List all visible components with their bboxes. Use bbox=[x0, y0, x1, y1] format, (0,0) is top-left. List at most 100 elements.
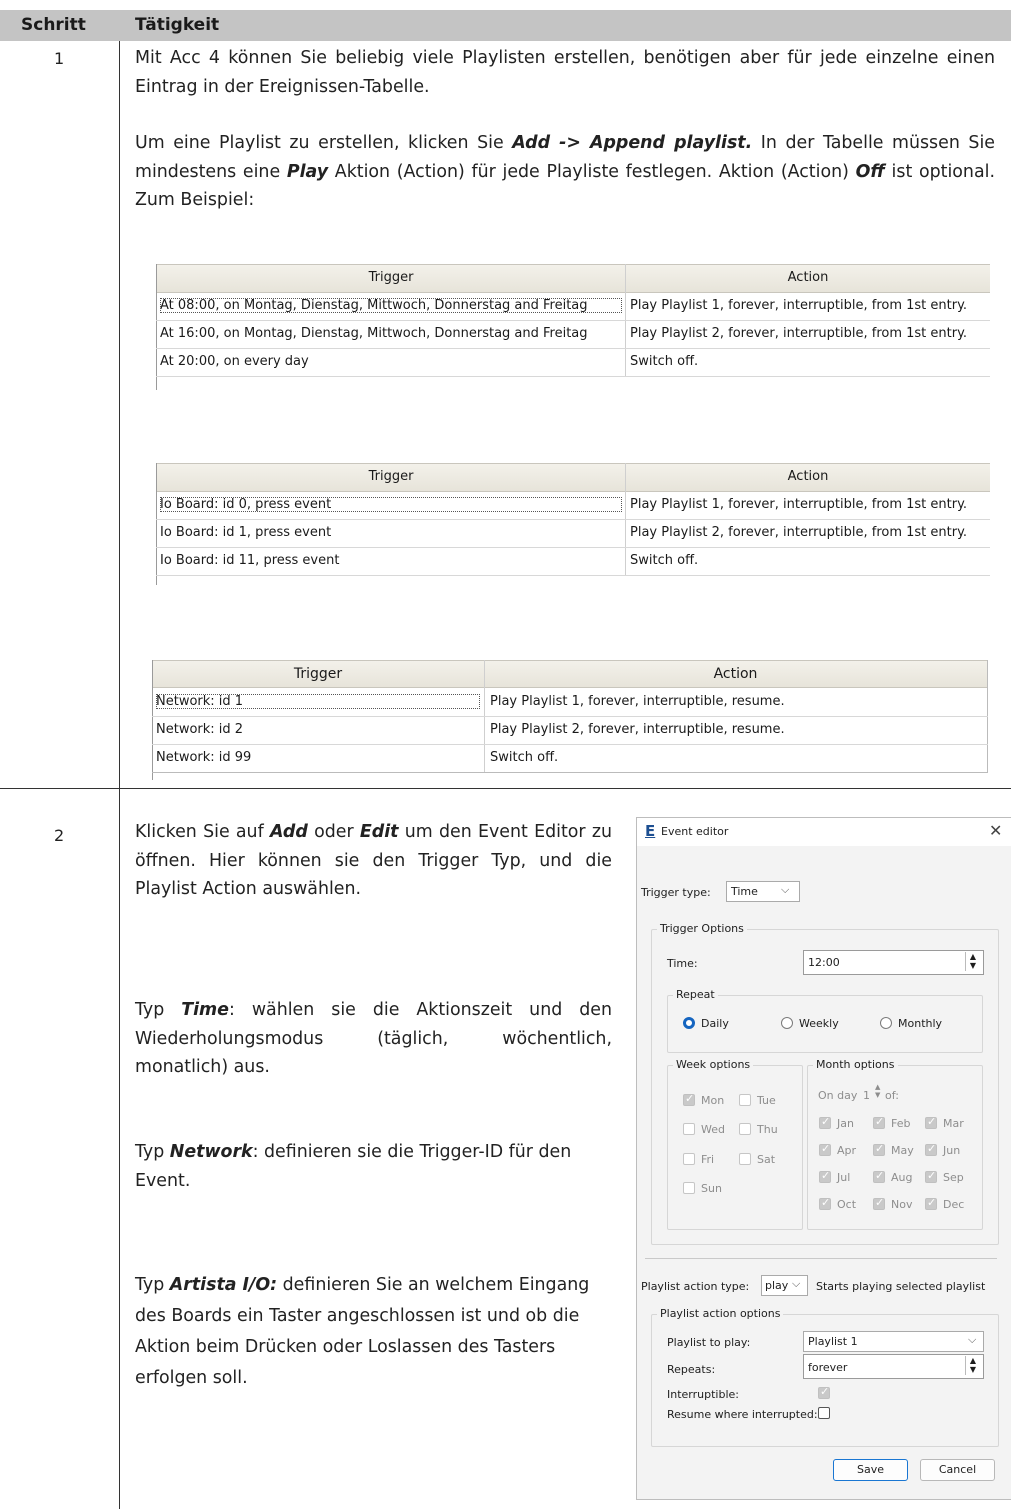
trigger-type-value: Time bbox=[731, 885, 758, 898]
table-row[interactable]: Network: id 99 bbox=[156, 750, 480, 765]
weekly-radio[interactable] bbox=[781, 1017, 793, 1029]
month-checkbox-oct[interactable] bbox=[819, 1196, 831, 1210]
header-activity: Tätigkeit bbox=[135, 15, 220, 35]
table-cell[interactable]: Play Playlist 2, forever, interruptible,… bbox=[630, 326, 990, 341]
step2-paragraph-network: Typ Network: definieren sie die Trigger-… bbox=[135, 1142, 572, 1191]
month-checkbox-feb[interactable] bbox=[873, 1115, 885, 1129]
cancel-button[interactable]: Cancel bbox=[920, 1459, 995, 1481]
chevron-down-icon: ⌵ bbox=[792, 1277, 801, 1290]
week-options-title: Week options bbox=[673, 1058, 754, 1071]
chevron-down-icon: ⌵ bbox=[968, 1333, 977, 1346]
play-term: Play bbox=[286, 161, 329, 182]
table-row[interactable]: Network: id 2 bbox=[156, 722, 480, 737]
month-label-jul: Jul bbox=[837, 1171, 851, 1184]
trigger-options-title: Trigger Options bbox=[657, 922, 747, 935]
playlist-action-description: Starts playing selected playlist bbox=[816, 1280, 986, 1293]
table-row[interactable]: Network: id 1 bbox=[156, 694, 480, 709]
month-label-sep: Sep bbox=[943, 1171, 964, 1184]
time-label: Time: bbox=[667, 957, 698, 970]
month-label-apr: Apr bbox=[837, 1144, 857, 1157]
of-label: of: bbox=[885, 1089, 899, 1102]
day-checkbox-wed[interactable] bbox=[683, 1123, 695, 1135]
table-cell[interactable]: Switch off. bbox=[630, 354, 990, 369]
table-cell[interactable]: Play Playlist 1, forever, interruptible,… bbox=[630, 497, 990, 512]
playlist-to-play-select[interactable]: Playlist 1 ⌵ bbox=[803, 1331, 984, 1352]
month-label-jun: Jun bbox=[943, 1144, 961, 1157]
month-checkbox-may[interactable] bbox=[873, 1142, 885, 1156]
day-label-wed: Wed bbox=[701, 1123, 725, 1136]
column-header-action[interactable]: Action bbox=[626, 270, 990, 285]
playlist-action-type-select[interactable]: play ⌵ bbox=[761, 1275, 808, 1296]
table-row[interactable]: At 16:00, on Montag, Dienstag, Mittwoch,… bbox=[160, 326, 622, 341]
repeats-spinner[interactable]: ▲ ▼ bbox=[965, 1356, 980, 1375]
resume-checkbox[interactable] bbox=[818, 1407, 830, 1419]
table-cell[interactable]: Play Playlist 2, forever, interruptible,… bbox=[490, 722, 985, 737]
step-number-2: 2 bbox=[54, 826, 65, 845]
column-header-trigger[interactable]: Trigger bbox=[152, 666, 484, 682]
month-checkbox-jul[interactable] bbox=[819, 1169, 831, 1183]
month-checkbox-jun[interactable] bbox=[925, 1142, 937, 1156]
table-cell[interactable]: Play Playlist 1, forever, interruptible,… bbox=[490, 694, 985, 709]
step1-paragraph-1: Mit Acc 4 können Sie beliebig viele Play… bbox=[135, 48, 995, 97]
time-input[interactable]: 12:00 ▲ ▼ bbox=[803, 950, 984, 975]
month-checkbox-dec[interactable] bbox=[925, 1196, 937, 1210]
month-options-title: Month options bbox=[813, 1058, 898, 1071]
time-spinner[interactable]: ▲ ▼ bbox=[965, 952, 980, 971]
weekly-label: Weekly bbox=[799, 1017, 839, 1030]
day-checkbox-sun[interactable] bbox=[683, 1182, 695, 1194]
save-button[interactable]: Save bbox=[833, 1459, 908, 1481]
interruptible-checkbox[interactable] bbox=[818, 1385, 830, 1399]
table-row[interactable]: At 08:00, on Montag, Dienstag, Mittwoch,… bbox=[160, 298, 622, 313]
day-label-tue: Tue bbox=[757, 1094, 776, 1107]
repeats-label: Repeats: bbox=[667, 1363, 716, 1376]
day-checkbox-thu[interactable] bbox=[739, 1123, 751, 1135]
week-options-group bbox=[667, 1065, 803, 1230]
column-divider bbox=[119, 41, 120, 1509]
playlist-to-play-label: Playlist to play: bbox=[667, 1336, 751, 1349]
daily-label: Daily bbox=[701, 1017, 729, 1030]
table-row[interactable]: Io Board: id 11, press event bbox=[160, 553, 622, 568]
table-cell[interactable]: Switch off. bbox=[490, 750, 985, 765]
day-label-fri: Fri bbox=[701, 1153, 715, 1166]
day-checkbox-mon[interactable] bbox=[683, 1092, 695, 1106]
repeat-title: Repeat bbox=[673, 988, 718, 1001]
column-header-action[interactable]: Action bbox=[626, 469, 990, 484]
time-value: 12:00 bbox=[808, 956, 840, 969]
month-label-feb: Feb bbox=[891, 1117, 911, 1130]
playlist-action-type-value: play bbox=[765, 1279, 789, 1292]
month-checkbox-nov[interactable] bbox=[873, 1196, 885, 1210]
app-icon: E bbox=[645, 822, 656, 840]
daily-radio[interactable] bbox=[683, 1017, 695, 1029]
day-checkbox-tue[interactable] bbox=[739, 1094, 751, 1106]
month-checkbox-aug[interactable] bbox=[873, 1169, 885, 1183]
column-header-action[interactable]: Action bbox=[484, 666, 987, 682]
day-checkbox-sat[interactable] bbox=[739, 1153, 751, 1165]
monthly-radio[interactable] bbox=[880, 1017, 892, 1029]
month-checkbox-apr[interactable] bbox=[819, 1142, 831, 1156]
table-row[interactable]: Io Board: id 1, press event bbox=[160, 525, 622, 540]
month-checkbox-jan[interactable] bbox=[819, 1115, 831, 1129]
trigger-type-select[interactable]: Time ⌵ bbox=[726, 881, 800, 902]
day-checkbox-fri[interactable] bbox=[683, 1153, 695, 1165]
close-icon[interactable]: ✕ bbox=[989, 821, 1002, 840]
column-header-trigger[interactable]: Trigger bbox=[156, 469, 626, 484]
month-checkbox-mar[interactable] bbox=[925, 1115, 937, 1129]
table-cell[interactable]: Play Playlist 1, forever, interruptible,… bbox=[630, 298, 990, 313]
interruptible-label: Interruptible: bbox=[667, 1388, 739, 1401]
playlist-action-type-label: Playlist action type: bbox=[641, 1280, 750, 1293]
on-day-spinner[interactable]: ▲ ▼ bbox=[875, 1083, 880, 1099]
table-row[interactable]: Io Board: id 0, press event bbox=[160, 497, 622, 512]
on-day-value[interactable]: 1 bbox=[863, 1089, 870, 1102]
table-cell[interactable]: Play Playlist 2, forever, interruptible,… bbox=[630, 525, 990, 540]
repeats-input[interactable]: forever ▲ ▼ bbox=[803, 1354, 984, 1379]
month-checkbox-sep[interactable] bbox=[925, 1169, 937, 1183]
table-row[interactable]: At 20:00, on every day bbox=[160, 354, 622, 369]
header-step: Schritt bbox=[21, 15, 86, 35]
step1-paragraph-2: Um eine Playlist zu erstellen, klicken S… bbox=[135, 133, 995, 210]
repeats-value: forever bbox=[808, 1361, 848, 1374]
chevron-down-icon: ⌵ bbox=[781, 883, 790, 896]
playlist-to-play-value: Playlist 1 bbox=[808, 1335, 858, 1348]
column-header-trigger[interactable]: Trigger bbox=[156, 270, 626, 285]
month-label-oct: Oct bbox=[837, 1198, 857, 1211]
table-cell[interactable]: Switch off. bbox=[630, 553, 990, 568]
